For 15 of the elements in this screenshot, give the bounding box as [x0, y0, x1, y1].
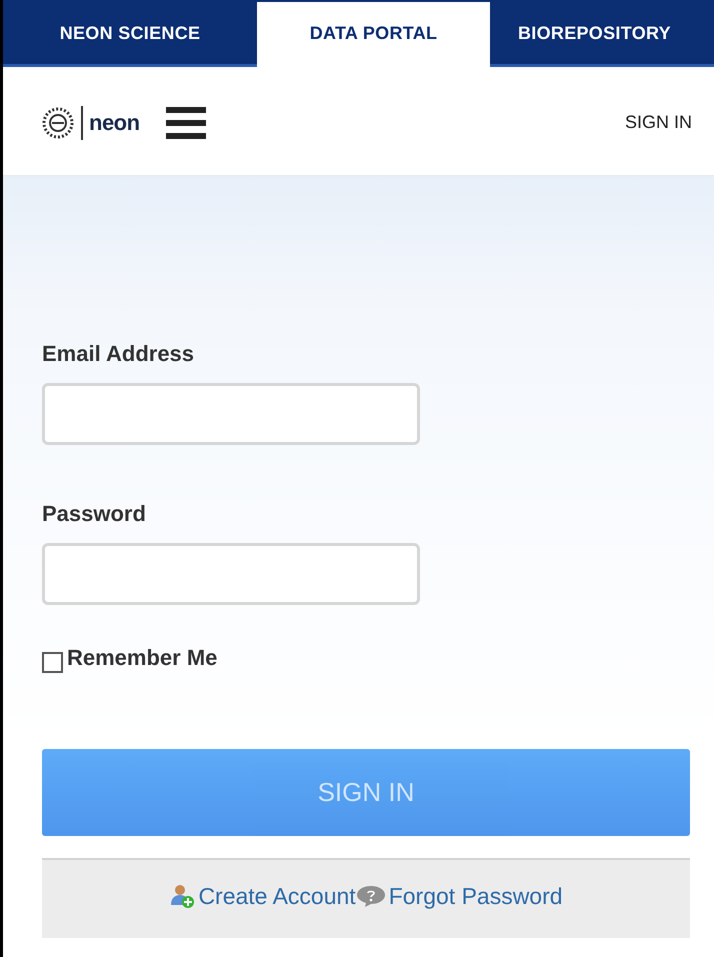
logo-text: neon [89, 110, 140, 136]
checkbox[interactable] [42, 652, 63, 673]
input-field[interactable] [42, 543, 420, 605]
add-user-icon [169, 883, 196, 909]
checkbox-label: Remember Me [67, 645, 218, 671]
footer-link[interactable]: Forgot Password [356, 882, 563, 910]
logo-divider [81, 106, 83, 140]
menu-icon[interactable] [166, 104, 206, 140]
help-bubble-icon [356, 885, 386, 907]
seal-icon [41, 106, 75, 140]
footer-link[interactable]: Create Account [169, 882, 356, 910]
sign-in-link[interactable]: SIGN IN [624, 112, 692, 133]
field-label: Password [42, 501, 147, 527]
input-field[interactable] [42, 383, 420, 445]
field-label: Email Address [42, 341, 196, 367]
